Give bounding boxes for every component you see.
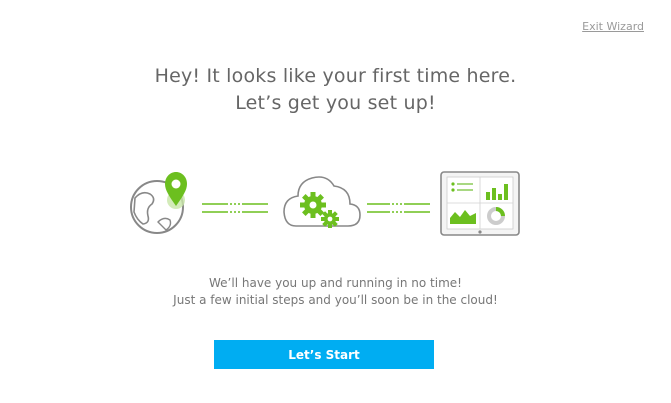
cloud-gears-icon xyxy=(283,176,361,228)
setup-illustration xyxy=(130,171,520,236)
welcome-body-line2: Just a few initial steps and you’ll soon… xyxy=(173,293,498,307)
welcome-title-line1: Hey! It looks like your first time here. xyxy=(154,65,517,87)
setup-wizard: Exit Wizard Hey! It looks like your firs… xyxy=(0,0,671,403)
exit-wizard-link[interactable]: Exit Wizard xyxy=(582,20,644,33)
lets-start-button[interactable]: Let’s Start xyxy=(214,340,434,369)
globe-location-icon xyxy=(130,172,187,234)
connector-line-2 xyxy=(367,203,430,213)
connector-line-1 xyxy=(202,203,268,213)
welcome-body-line1: We’ll have you up and running in no time… xyxy=(209,276,462,290)
welcome-title-line2: Let’s get you set up! xyxy=(235,92,436,114)
dashboard-tablet-icon xyxy=(440,171,520,236)
